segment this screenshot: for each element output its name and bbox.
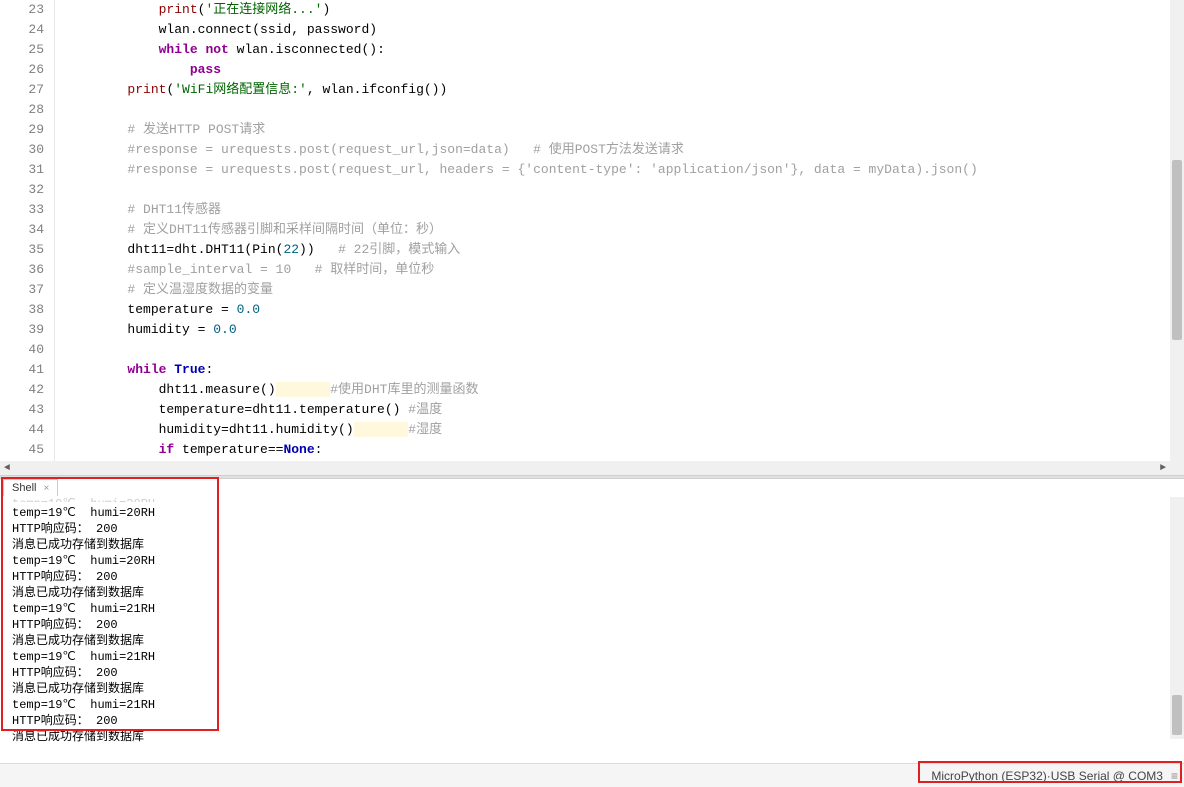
interpreter-label[interactable]: MicroPython (ESP32) [931, 769, 1046, 783]
line-number: 27 [0, 80, 44, 100]
shell-line: HTTP响应码： 200 [12, 665, 1184, 681]
code-line[interactable]: # 定义DHT11传感器引脚和采样间隔时间（单位：秒） [65, 220, 1184, 240]
code-line[interactable] [65, 100, 1184, 120]
code-line[interactable]: while not wlan.isconnected(): [65, 40, 1184, 60]
code-line[interactable]: humidity=dht11.humidity() #湿度 [65, 420, 1184, 440]
shell-line: HTTP响应码： 200 [12, 569, 1184, 585]
shell-line: 消息已成功存储到数据库 [12, 537, 1184, 553]
shell-line: 消息已成功存储到数据库 [12, 633, 1184, 649]
line-number: 32 [0, 180, 44, 200]
line-number: 23 [0, 0, 44, 20]
line-number: 29 [0, 120, 44, 140]
line-number: 38 [0, 300, 44, 320]
shell-line: 消息已成功存储到数据库 [12, 585, 1184, 601]
line-number: 30 [0, 140, 44, 160]
editor-vscroll-thumb[interactable] [1172, 160, 1182, 340]
shell-line: HTTP响应码： 200 [12, 713, 1184, 729]
code-line[interactable]: if temperature==None: [65, 440, 1184, 460]
line-number: 36 [0, 260, 44, 280]
line-number: 31 [0, 160, 44, 180]
shell-line: temp=19℃ humi=21RH [12, 601, 1184, 617]
line-number: 45 [0, 440, 44, 460]
shell-line: temp=19℃ humi=21RH [12, 649, 1184, 665]
line-number: 25 [0, 40, 44, 60]
line-number: 37 [0, 280, 44, 300]
editor-horizontal-scrollbar[interactable]: ◄ ► [0, 461, 1170, 475]
shell-line: HTTP响应码： 200 [12, 617, 1184, 633]
line-number: 24 [0, 20, 44, 40]
code-line[interactable] [65, 340, 1184, 360]
code-line[interactable]: temperature = 0.0 [65, 300, 1184, 320]
close-icon[interactable]: × [44, 483, 50, 494]
code-line[interactable]: while True: [65, 360, 1184, 380]
shell-vscroll-thumb[interactable] [1172, 695, 1182, 735]
port-label[interactable]: USB Serial @ COM3 [1051, 769, 1163, 783]
status-bar: MicroPython (ESP32) · USB Serial @ COM3 … [0, 763, 1184, 787]
code-line[interactable]: #response = urequests.post(request_url,j… [65, 140, 1184, 160]
shell-line: 消息已成功存储到数据库 [12, 681, 1184, 697]
code-line[interactable]: #sample_interval = 10 # 取样时间，单位秒 [65, 260, 1184, 280]
shell-line: temp=19℃ humi=20RH [12, 505, 1184, 521]
shell-line: temp=19℃ humi=20RH [12, 553, 1184, 569]
code-area[interactable]: print('正在连接网络...') wlan.connect(ssid, pa… [55, 0, 1184, 475]
line-number: 41 [0, 360, 44, 380]
line-number: 26 [0, 60, 44, 80]
code-line[interactable]: dht11.measure() #使用DHT库里的测量函数 [65, 380, 1184, 400]
code-line[interactable]: #response = urequests.post(request_url, … [65, 160, 1184, 180]
editor-vertical-scrollbar[interactable] [1170, 0, 1184, 475]
shell-output[interactable]: temp=19℃ humi=20RHtemp=19℃ humi=20RHHTTP… [0, 479, 1184, 739]
line-number: 40 [0, 340, 44, 360]
line-number: 43 [0, 400, 44, 420]
code-line[interactable]: print('WiFi网络配置信息:', wlan.ifconfig()) [65, 80, 1184, 100]
line-number: 35 [0, 240, 44, 260]
shell-line: HTTP响应码： 200 [12, 521, 1184, 537]
code-line[interactable]: dht11=dht.DHT11(Pin(22)) # 22引脚，模式输入 [65, 240, 1184, 260]
line-number: 42 [0, 380, 44, 400]
code-line[interactable]: # 定义温湿度数据的变量 [65, 280, 1184, 300]
shell-tab[interactable]: Shell × [3, 479, 58, 496]
code-line[interactable] [65, 180, 1184, 200]
code-line[interactable]: # DHT11传感器 [65, 200, 1184, 220]
code-line[interactable]: pass [65, 60, 1184, 80]
shell-line: temp=19℃ humi=21RH [12, 697, 1184, 713]
line-number: 34 [0, 220, 44, 240]
code-line[interactable]: wlan.connect(ssid, password) [65, 20, 1184, 40]
line-number: 28 [0, 100, 44, 120]
code-line[interactable]: humidity = 0.0 [65, 320, 1184, 340]
line-number: 33 [0, 200, 44, 220]
menu-icon[interactable]: ≡ [1171, 769, 1176, 783]
code-line[interactable]: # 发送HTTP POST请求 [65, 120, 1184, 140]
line-number: 44 [0, 420, 44, 440]
line-number: 39 [0, 320, 44, 340]
code-line[interactable]: print('正在连接网络...') [65, 0, 1184, 20]
shell-line: 消息已成功存储到数据库 [12, 729, 1184, 745]
code-line[interactable]: temperature=dht11.temperature() #温度 [65, 400, 1184, 420]
hscroll-left-arrow[interactable]: ◄ [0, 461, 14, 475]
hscroll-right-arrow[interactable]: ► [1156, 461, 1170, 475]
shell-panel: Shell × temp=19℃ humi=20RH temp=19℃ humi=… [0, 479, 1184, 739]
code-editor[interactable]: 2324252627282930313233343536373839404142… [0, 0, 1184, 475]
shell-tab-label: Shell [12, 482, 36, 494]
line-number-gutter: 2324252627282930313233343536373839404142… [0, 0, 55, 475]
shell-vertical-scrollbar[interactable] [1170, 497, 1184, 739]
